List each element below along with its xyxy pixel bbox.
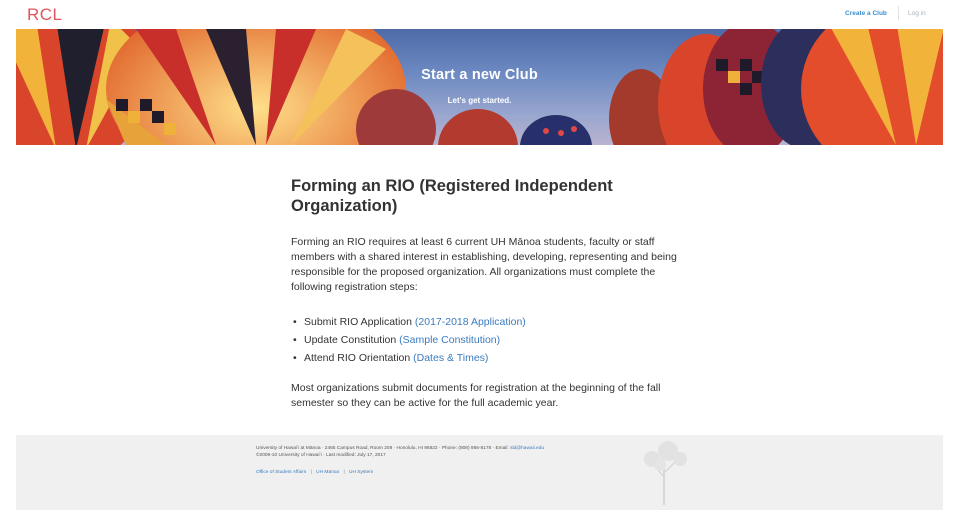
bullet-icon: •	[293, 352, 297, 364]
bullet-icon: •	[293, 316, 297, 328]
sample-constitution-link[interactable]: (Sample Constitution)	[399, 334, 500, 346]
list-item: • Submit RIO Application (2017-2018 Appl…	[291, 313, 691, 331]
bullet-icon: •	[293, 334, 297, 346]
footer-address: University of Hawaiʻi at Mānoa · 2465 Ca…	[256, 446, 544, 451]
closing-paragraph: Most organizations submit documents for …	[291, 382, 661, 409]
footer-links: Office of Student Affairs | UH Mānoa | U…	[256, 470, 373, 475]
footer-address-text: University of Hawaiʻi at Mānoa · 2465 Ca…	[256, 446, 511, 451]
login-link[interactable]: Log in	[908, 10, 926, 17]
page-title: Forming an RIO (Registered Independent O…	[291, 177, 613, 215]
step-text: Submit RIO Application	[304, 316, 415, 328]
brand-logo[interactable]: RCL	[27, 5, 63, 25]
step-text: Update Constitution	[304, 334, 400, 346]
registration-steps-list: • Submit RIO Application (2017-2018 Appl…	[291, 313, 691, 367]
hero-title: Start a new Club	[421, 67, 538, 83]
footer-email-link[interactable]: sld@hawaii.edu	[510, 446, 544, 451]
top-bar: RCL Create a Club Log in	[0, 0, 960, 29]
hero-banner: Start a new Club Let's get started.	[16, 29, 943, 145]
footer: University of Hawaiʻi at Mānoa · 2465 Ca…	[16, 435, 943, 510]
main-content: Forming an RIO (Registered Independent O…	[291, 176, 691, 411]
office-student-affairs-link[interactable]: Office of Student Affairs	[256, 470, 306, 475]
uh-manoa-link[interactable]: UH Mānoa	[316, 470, 339, 475]
list-item: • Attend RIO Orientation (Dates & Times)	[291, 349, 691, 367]
hot-air-balloons-image	[16, 29, 943, 145]
tree-icon	[644, 441, 687, 505]
step-text: Attend RIO Orientation	[304, 352, 414, 364]
intro-paragraph: Forming an RIO requires at least 6 curre…	[291, 236, 677, 293]
uh-system-link[interactable]: UH System	[349, 470, 373, 475]
link-separator: |	[310, 470, 312, 475]
link-separator: |	[343, 470, 345, 475]
application-link[interactable]: (2017-2018 Application)	[415, 316, 526, 328]
hero-subtitle: Let's get started.	[447, 96, 512, 105]
create-club-link[interactable]: Create a Club	[845, 10, 887, 17]
dates-times-link[interactable]: (Dates & Times)	[413, 352, 488, 364]
footer-copyright: ©2009-10 University of Hawaiʻi · Last mo…	[256, 453, 386, 458]
nav-divider	[898, 6, 899, 20]
list-item: • Update Constitution (Sample Constituti…	[291, 331, 691, 349]
